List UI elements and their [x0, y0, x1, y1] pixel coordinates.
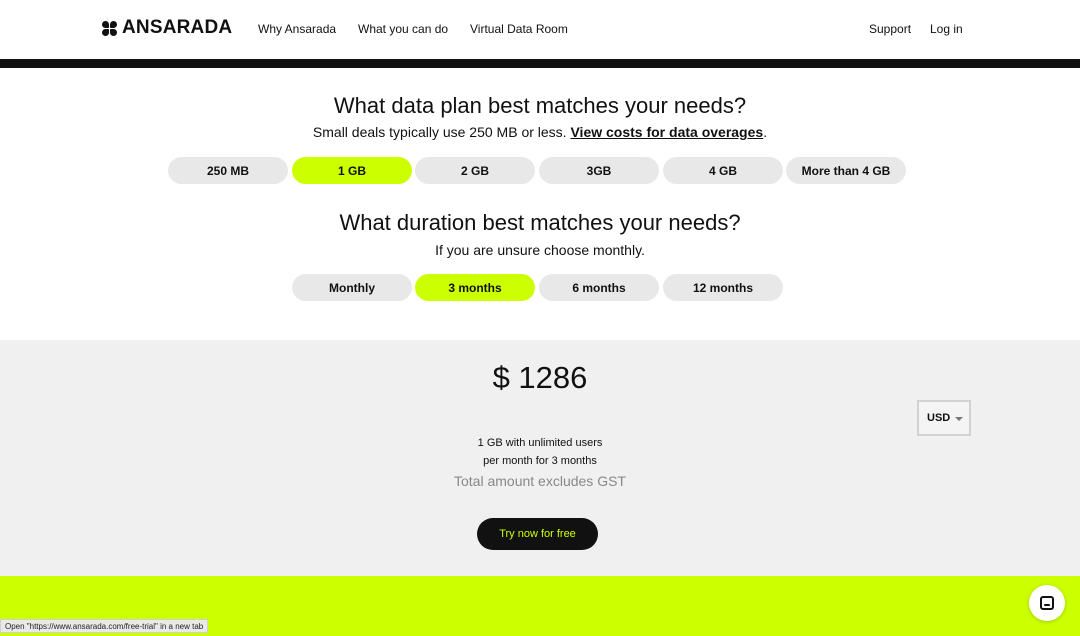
data-overages-link[interactable]: View costs for data overages: [570, 124, 763, 140]
duration-option-3-months[interactable]: 3 months: [415, 274, 535, 301]
top-navigation: ANSARADA Why Ansarada What you can do Vi…: [0, 0, 1080, 59]
currency-value: USD: [927, 412, 951, 424]
try-now-button[interactable]: Try now for free: [477, 518, 598, 550]
gst-note: Total amount excludes GST: [454, 473, 626, 489]
nav-link-virtual-data-room[interactable]: Virtual Data Room: [470, 22, 568, 36]
chat-icon: [1040, 596, 1054, 610]
duration-option-6-months[interactable]: 6 months: [539, 274, 659, 301]
data-option-250mb[interactable]: 250 MB: [168, 157, 288, 184]
duration-title: What duration best matches your needs?: [339, 210, 741, 235]
duration-option-12-months[interactable]: 12 months: [663, 274, 783, 301]
data-option-more-than-4gb[interactable]: More than 4 GB: [786, 157, 906, 184]
nav-link-login[interactable]: Log in: [930, 22, 963, 36]
nav-link-what-you-can-do[interactable]: What you can do: [358, 22, 448, 36]
data-plan-title: What data plan best matches your needs?: [333, 93, 747, 118]
plan-summary-line1: 1 GB with unlimited users: [477, 437, 603, 449]
nav-link-support[interactable]: Support: [869, 22, 911, 36]
data-option-1gb[interactable]: 1 GB: [292, 157, 412, 184]
data-plan-subtitle-text: Small deals typically use 250 MB or less…: [312, 124, 567, 140]
data-option-4gb[interactable]: 4 GB: [663, 157, 783, 184]
chat-launcher-button[interactable]: [1029, 585, 1065, 621]
nav-link-why-ansarada[interactable]: Why Ansarada: [258, 22, 336, 36]
logo-icon: [102, 20, 117, 36]
price-amount: $ 1286: [492, 360, 588, 395]
plan-summary-line2: per month for 3 months: [483, 455, 597, 467]
chevron-down-icon: [955, 417, 964, 421]
brand-name: ANSARADA: [122, 17, 233, 38]
data-option-3gb[interactable]: 3GB: [539, 157, 659, 184]
pricing-panel: $ 1286 USD 1 GB with unlimited users per…: [0, 340, 1080, 576]
brand-logo[interactable]: ANSARADA: [102, 17, 232, 39]
link-status-tooltip: Open "https://www.ansarada.com/free-tria…: [0, 619, 209, 633]
duration-option-monthly[interactable]: Monthly: [292, 274, 412, 301]
data-option-2gb[interactable]: 2 GB: [415, 157, 535, 184]
data-plan-subtitle-suffix: .: [763, 124, 768, 140]
duration-subtitle: If you are unsure choose monthly.: [435, 242, 645, 258]
data-plan-subtitle: Small deals typically use 250 MB or less…: [0, 124, 1080, 140]
currency-select[interactable]: USD: [917, 400, 971, 436]
divider-bar: [0, 59, 1080, 68]
